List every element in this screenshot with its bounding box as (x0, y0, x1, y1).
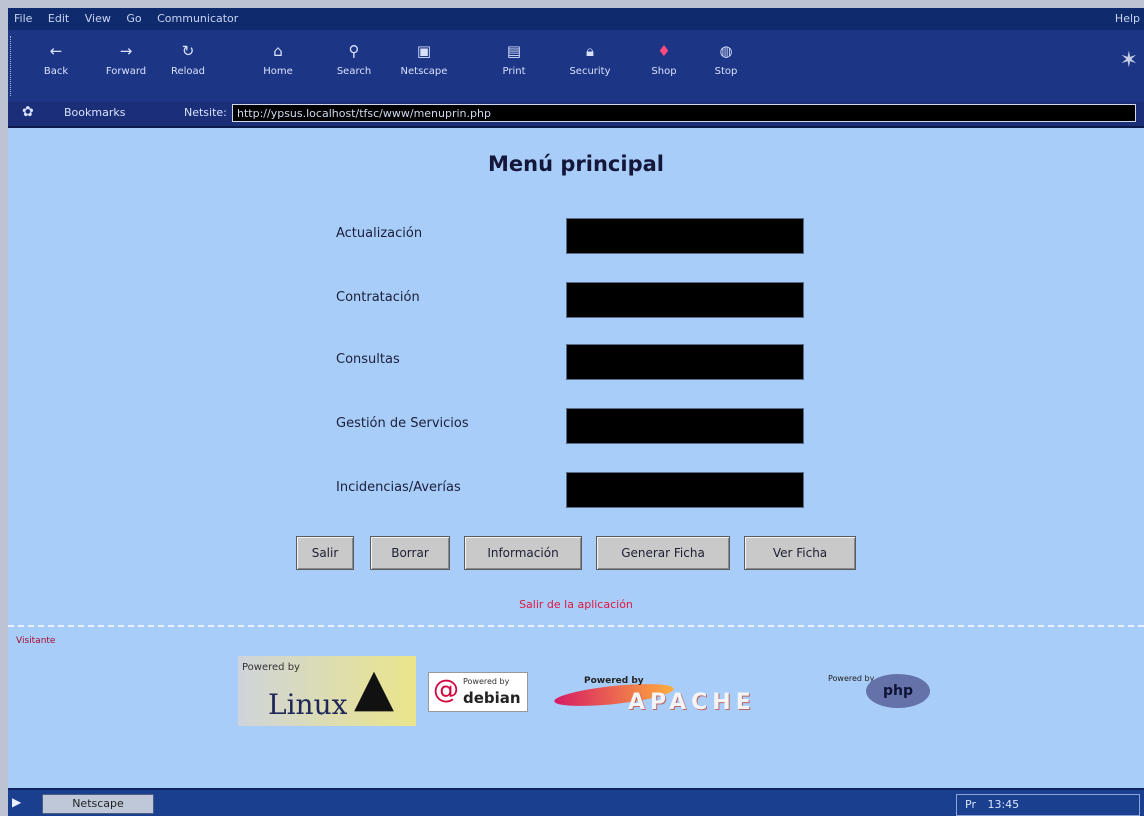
consultas-input[interactable] (566, 344, 804, 380)
menu-go[interactable]: Go (120, 8, 147, 30)
form-row-contratacion: Contratación (336, 282, 806, 318)
home-icon: ⌂ (273, 42, 283, 60)
location-bar: ✿ Bookmarks Netsite: (8, 102, 1144, 128)
url-input[interactable] (232, 104, 1136, 122)
stop-label: Stop (714, 66, 738, 77)
informacion-button[interactable]: Información (464, 536, 582, 570)
badge-small-text: Powered by (463, 677, 510, 686)
logout-link[interactable]: Salir de la aplicación (8, 598, 1144, 611)
print-icon: ▤ (506, 42, 522, 60)
netscape-icon: ▣ (416, 42, 432, 60)
form-row-consultas: Consultas (336, 344, 806, 380)
menu-communicator[interactable]: Communicator (151, 8, 244, 30)
netscape-button[interactable]: ▣ Netscape (396, 42, 452, 98)
page-title: Menú principal (488, 152, 664, 176)
badge-debian-text: debian (463, 689, 521, 707)
menu-edit[interactable]: Edit (42, 8, 75, 30)
field-label: Consultas (336, 352, 400, 367)
reload-button[interactable]: ↻ Reload (160, 42, 216, 98)
back-arrow-icon: ← (49, 42, 63, 60)
bookmarks-icon[interactable]: ✿ (22, 104, 34, 120)
page-content: Menú principal Actualización Contratació… (8, 128, 1144, 788)
taskbar: ▶ Netscape Pr 13:45 (8, 788, 1144, 816)
start-menu-icon[interactable]: ▶ (12, 795, 32, 811)
borrar-button[interactable]: Borrar (370, 536, 450, 570)
form-row-actualizacion: Actualización (336, 218, 806, 254)
menu-bar: File Edit View Go Communicator Help (8, 8, 1144, 30)
shop-icon: ♦ (657, 42, 671, 60)
taskbar-task-netscape[interactable]: Netscape (42, 794, 154, 814)
security-icon: 🔒︎ (586, 42, 594, 60)
penguin-icon: ▲ (354, 658, 394, 718)
location-label: Netsite: (184, 106, 227, 119)
powered-by-debian-badge[interactable]: @ Powered by debian (428, 672, 528, 712)
reload-label: Reload (170, 66, 206, 77)
reload-icon: ↻ (181, 42, 195, 60)
menu-view[interactable]: View (79, 8, 117, 30)
badge-small-text: Powered by (584, 676, 644, 686)
toolbar-grip[interactable] (10, 36, 14, 96)
generar-ficha-button[interactable]: Generar Ficha (596, 536, 730, 570)
field-label: Contratación (336, 290, 420, 305)
form-row-incidencias: Incidencias/Averías (336, 472, 806, 508)
security-button[interactable]: 🔒︎ Security (562, 42, 618, 98)
browser-window: File Edit View Go Communicator Help ← Ba… (8, 8, 1144, 816)
netscape-throbber-icon: ✶ (1119, 48, 1138, 73)
incidencias-input[interactable] (566, 472, 804, 508)
ver-ficha-button[interactable]: Ver Ficha (744, 536, 856, 570)
form-row-gestion-servicios: Gestión de Servicios (336, 408, 806, 444)
stop-button[interactable]: ◍ Stop (698, 42, 754, 98)
debian-swirl-icon: @ (433, 675, 459, 705)
search-button[interactable]: ⚲ Search (326, 42, 382, 98)
field-label: Gestión de Servicios (336, 416, 469, 431)
menu-file[interactable]: File (8, 8, 38, 30)
system-tray: Pr 13:45 (956, 794, 1140, 816)
badge-apache-text: APACHE (628, 690, 756, 715)
security-label: Security (569, 66, 611, 77)
search-icon: ⚲ (348, 42, 360, 60)
forward-label: Forward (105, 66, 147, 77)
back-label: Back (43, 66, 69, 77)
tray-item[interactable]: Pr (965, 795, 976, 815)
shop-label: Shop (651, 66, 677, 77)
print-label: Print (502, 66, 526, 77)
badge-linux-text: Linux (268, 688, 348, 721)
print-button[interactable]: ▤ Print (486, 42, 542, 98)
menu-help[interactable]: Help (1115, 8, 1140, 30)
forward-button[interactable]: → Forward (98, 42, 154, 98)
powered-by-linux-badge[interactable]: Powered by Linux ▲ (238, 656, 416, 726)
contratacion-input[interactable] (566, 282, 804, 318)
powered-by-apache-badge[interactable]: Powered by APACHE (553, 676, 816, 720)
tray-clock: 13:45 (987, 798, 1020, 811)
forward-arrow-icon: → (119, 42, 133, 60)
badge-php-text: php (866, 674, 930, 708)
badge-small-text: Powered by (828, 674, 875, 683)
netscape-label: Netscape (400, 66, 448, 77)
search-label: Search (336, 66, 372, 77)
stop-icon: ◍ (719, 42, 733, 60)
visitor-text: Visitante (16, 636, 56, 646)
navigation-toolbar: ← Back → Forward ↻ Reload ⌂ Home ⚲ Searc… (8, 30, 1144, 103)
back-button[interactable]: ← Back (28, 42, 84, 98)
home-button[interactable]: ⌂ Home (250, 42, 306, 98)
home-label: Home (263, 66, 293, 77)
bookmarks-label[interactable]: Bookmarks (64, 106, 125, 119)
gestion-servicios-input[interactable] (566, 408, 804, 444)
powered-by-php-badge[interactable]: Powered by php (828, 672, 934, 712)
field-label: Incidencias/Averías (336, 480, 461, 495)
divider (8, 625, 1144, 627)
salir-button[interactable]: Salir (296, 536, 354, 570)
actualizacion-input[interactable] (566, 218, 804, 254)
shop-button[interactable]: ♦ Shop (636, 42, 692, 98)
field-label: Actualización (336, 226, 423, 241)
badge-small-text: Powered by (242, 662, 300, 673)
